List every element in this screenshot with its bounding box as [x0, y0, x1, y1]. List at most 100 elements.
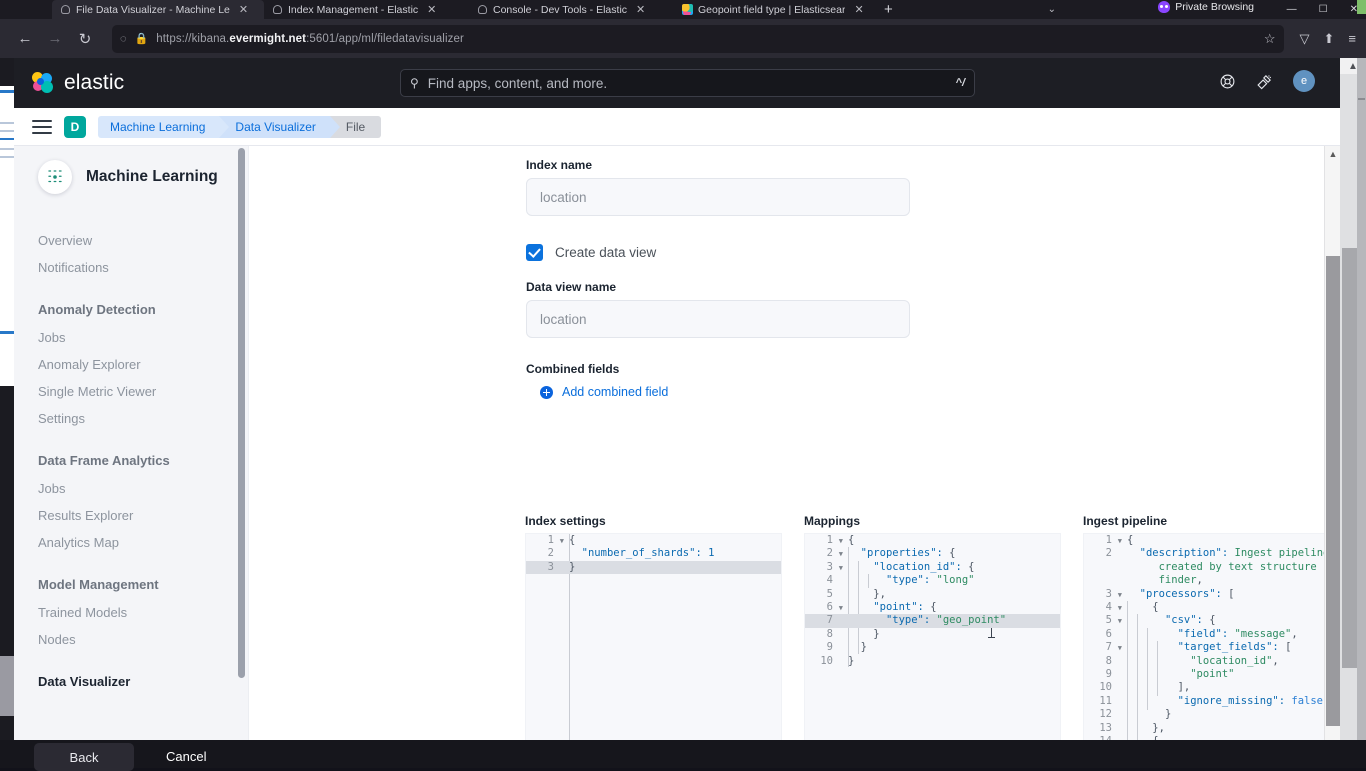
back-button[interactable]: Back	[34, 743, 134, 771]
fold-caret-icon[interactable]: ▼	[1118, 589, 1122, 602]
global-search-input[interactable]: ⚲ Find apps, content, and more. ^/	[400, 69, 975, 97]
sidebar-item-results-explorer[interactable]: Results Explorer	[14, 503, 248, 530]
line-number: 5▼	[1084, 614, 1117, 627]
close-icon[interactable]: ✕	[850, 3, 863, 16]
private-browsing-indicator: Private Browsing	[1158, 1, 1254, 13]
sidebar-item-data-visualizer[interactable]: Data Visualizer	[14, 674, 248, 697]
reload-icon[interactable]: ↻	[70, 24, 100, 54]
browser-menu-icon[interactable]: ≡	[1348, 31, 1356, 46]
fold-caret-icon[interactable]: ▼	[839, 535, 843, 548]
fold-caret-icon[interactable]: ▼	[1118, 642, 1122, 655]
code-line: 13 },	[1084, 722, 1339, 735]
close-icon[interactable]: ✕	[632, 3, 645, 16]
browser-tab-1[interactable]: File Data Visualizer - Machine Le ✕	[52, 0, 264, 19]
ingest-pipeline-editor[interactable]: 1▼{2 "description": Ingest pipeline crea…	[1083, 533, 1340, 748]
code-text: },	[838, 588, 886, 601]
fold-caret-icon[interactable]: ▼	[839, 602, 843, 615]
fold-caret-icon[interactable]: ▼	[1118, 535, 1122, 548]
window-controls: — ☐ ✕	[1287, 0, 1358, 19]
scroll-up-arrow-icon[interactable]: ▲	[1325, 146, 1340, 161]
add-combined-field-button[interactable]: Add combined field	[540, 385, 1340, 399]
sidebar-item-settings[interactable]: Settings	[14, 406, 248, 433]
code-line: finder,	[1084, 574, 1339, 587]
url-text: https://kibana.evermight.net:5601/app/ml…	[156, 33, 464, 45]
pocket-icon[interactable]: ▽	[1300, 31, 1310, 47]
bookmark-star-icon[interactable]: ☆	[1264, 31, 1276, 47]
new-tab-button[interactable]: +	[874, 1, 903, 18]
sidebar-item-anomaly-explorer[interactable]: Anomaly Explorer	[14, 352, 248, 379]
fold-caret-icon[interactable]: ▼	[560, 535, 564, 548]
global-search-shortcut: ^/	[956, 77, 965, 89]
browser-tab-2[interactable]: Index Management - Elastic ✕	[264, 0, 469, 19]
main-scrollbar[interactable]: ▲	[1324, 146, 1340, 748]
sidebar-item-nodes[interactable]: Nodes	[14, 627, 248, 654]
fold-caret-icon[interactable]: ▼	[839, 548, 843, 561]
nav-menu-toggle-icon[interactable]	[32, 120, 52, 134]
megaphone-icon[interactable]	[1256, 73, 1273, 90]
minimize-button[interactable]: —	[1287, 4, 1297, 15]
ingest-pipeline-block: Ingest pipeline 1▼{2 "description": Inge…	[1083, 514, 1340, 748]
lock-icon[interactable]: 🔒	[135, 32, 149, 45]
elastic-logo[interactable]: elastic	[14, 71, 124, 95]
sidebar-section-data-frame-analytics: Data Frame Analytics Jobs Results Explor…	[14, 453, 248, 557]
mappings-editor[interactable]: 1▼{2▼ "properties": {3▼ "location_id": {…	[804, 533, 1061, 748]
fold-caret-icon[interactable]: ▼	[1118, 615, 1122, 628]
sidebar-item-trained-models[interactable]: Trained Models	[14, 600, 248, 627]
lifebuoy-icon[interactable]	[1219, 73, 1236, 90]
code-line: 10}	[805, 655, 1060, 668]
code-text: },	[1117, 722, 1165, 735]
create-data-view-checkbox[interactable]	[526, 244, 543, 261]
maximize-button[interactable]: ☐	[1319, 4, 1328, 15]
browser-tab-3[interactable]: Console - Dev Tools - Elastic ✕	[469, 0, 674, 19]
line-number: 1▼	[526, 534, 559, 547]
main-scrollbar-thumb[interactable]	[1326, 256, 1340, 726]
code-line: 1▼{	[1084, 534, 1339, 547]
address-bar[interactable]: ◌ 🔒 https://kibana.evermight.net:5601/ap…	[112, 25, 1284, 53]
code-line: 2 "number_of_shards": 1	[526, 547, 781, 560]
forward-navigation-icon[interactable]: →	[40, 24, 70, 54]
line-number: 11	[1084, 695, 1117, 708]
code-line: 8 "location_id",	[1084, 655, 1339, 668]
create-data-view-row[interactable]: Create data view	[526, 242, 1340, 262]
close-icon[interactable]: ✕	[235, 3, 248, 16]
cancel-button[interactable]: Cancel	[166, 749, 206, 764]
index-settings-editor[interactable]: 1▼{2 "number_of_shards": 13}	[525, 533, 782, 748]
index-name-input[interactable]: location	[526, 178, 910, 216]
space-avatar[interactable]: D	[64, 116, 86, 138]
browser-tab-4[interactable]: Geopoint field type | Elasticsear ✕	[674, 0, 874, 19]
index-name-label: Index name	[526, 158, 1340, 172]
code-line: 3▼ "processors": [	[1084, 588, 1339, 601]
avatar[interactable]: e	[1293, 70, 1315, 92]
save-to-icon[interactable]: ⬆	[1324, 31, 1335, 47]
sidebar-item-overview[interactable]: Overview	[14, 228, 248, 255]
tab-list-chevron-down-icon[interactable]: ⌄	[1048, 4, 1056, 15]
sidebar-item-single-metric-viewer[interactable]: Single Metric Viewer	[14, 379, 248, 406]
editors-row: Index settings 1▼{2 "number_of_shards": …	[249, 514, 1340, 748]
sidebar-item-notifications[interactable]: Notifications	[14, 255, 248, 282]
sidebar-item-dfa-jobs[interactable]: Jobs	[14, 476, 248, 503]
mappings-block: Mappings 1▼{2▼ "properties": {3▼ "locati…	[804, 514, 1061, 748]
code-text: "location_id",	[1117, 655, 1279, 668]
line-number: 12	[1084, 708, 1117, 721]
line-number: 8	[805, 628, 838, 641]
index-settings-block: Index settings 1▼{2 "number_of_shards": …	[525, 514, 782, 748]
back-navigation-icon[interactable]: ←	[10, 24, 40, 54]
fold-caret-icon[interactable]: ▼	[1118, 602, 1122, 615]
breadcrumb-item-data-visualizer[interactable]: Data Visualizer	[219, 116, 329, 138]
line-number: 4▼	[1084, 601, 1117, 614]
shield-icon[interactable]: ◌	[120, 33, 127, 45]
code-text: "location_id": {	[838, 561, 974, 574]
code-line: 9 "point"	[1084, 668, 1339, 681]
desktop-edge-strip	[1357, 58, 1366, 768]
close-icon[interactable]: ✕	[423, 3, 436, 16]
global-search-placeholder: Find apps, content, and more.	[428, 76, 607, 91]
sidebar-item-jobs[interactable]: Jobs	[14, 325, 248, 352]
line-number: 2	[1084, 547, 1117, 560]
sidebar-scrollbar[interactable]	[238, 148, 245, 704]
sidebar-item-analytics-map[interactable]: Analytics Map	[14, 530, 248, 557]
code-text: "ignore_missing": false	[1117, 695, 1323, 708]
code-line: 2 "description": Ingest pipeline	[1084, 547, 1339, 560]
breadcrumb-item-machine-learning[interactable]: Machine Learning	[98, 116, 219, 138]
data-view-name-input[interactable]: location	[526, 300, 910, 338]
fold-caret-icon[interactable]: ▼	[839, 562, 843, 575]
